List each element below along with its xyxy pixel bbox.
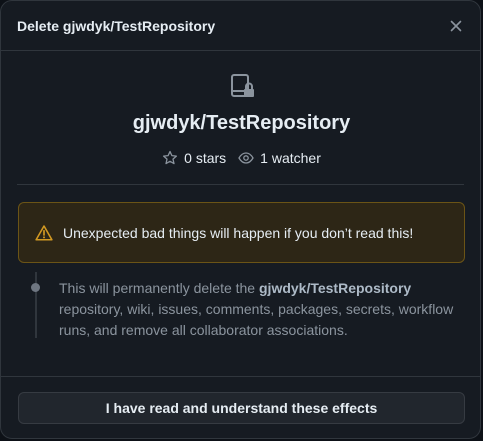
warning-text: Unexpected bad things will happen if you… — [63, 224, 414, 241]
timeline-dot — [31, 283, 40, 292]
stars-stat: 0 stars — [162, 150, 226, 166]
repo-locked-icon — [229, 73, 257, 101]
watchers-stat: 1 watcher — [238, 150, 321, 166]
watchers-count: 1 watcher — [260, 150, 321, 166]
dialog-title: Delete gjwdyk/TestRepository — [17, 17, 216, 34]
eye-icon — [238, 152, 254, 164]
star-icon — [163, 150, 178, 165]
close-icon — [450, 20, 462, 32]
effects-description: This will permanently delete the gjwdyk/… — [59, 278, 459, 341]
repository-name: gjwdyk/TestRepository — [132, 112, 351, 134]
timeline-line — [35, 272, 37, 338]
footer-divider — [1, 376, 480, 377]
understand-effects-button[interactable]: I have read and understand these effects — [18, 392, 465, 424]
alert-triangle-icon — [35, 224, 53, 241]
effects-prefix: This will permanently delete the — [59, 280, 259, 296]
repository-stats: 0 stars 1 watcher — [1, 150, 480, 166]
warning-banner: Unexpected bad things will happen if you… — [18, 202, 465, 263]
delete-repository-dialog: Delete gjwdyk/TestRepository gjwdyk/Test… — [0, 0, 481, 439]
dialog-header: Delete gjwdyk/TestRepository — [1, 1, 480, 51]
stars-count: 0 stars — [184, 150, 227, 166]
effects-suffix: repository, wiki, issues, comments, pack… — [59, 301, 454, 338]
divider — [17, 184, 464, 185]
close-button[interactable] — [444, 14, 468, 38]
effects-repo-name: gjwdyk/TestRepository — [259, 280, 412, 296]
